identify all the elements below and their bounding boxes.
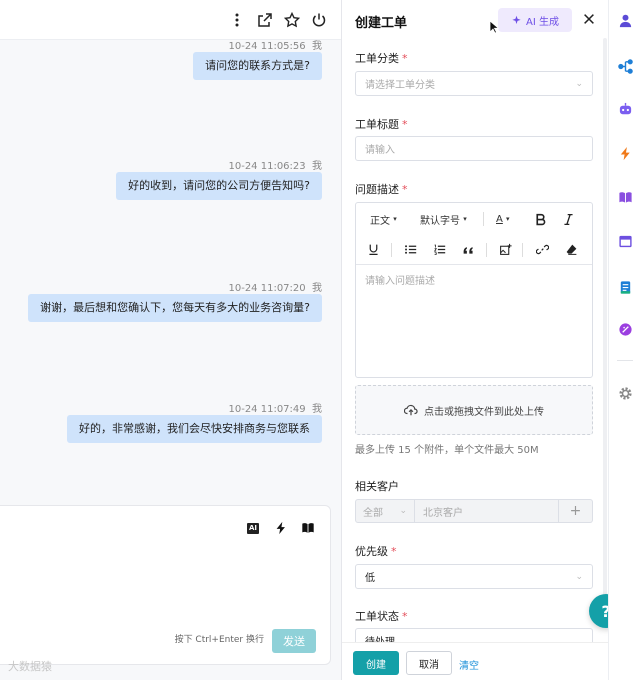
category-select[interactable]: 请选择工单分类 ⌄: [355, 71, 593, 96]
ticket-title-label: 工单标题 *: [355, 118, 408, 131]
chevron-down-icon: ⌄: [575, 78, 583, 89]
font-size-select[interactable]: 默认字号 ▾: [420, 211, 467, 227]
toolbar-divider: [483, 212, 484, 226]
star-icon[interactable]: [283, 11, 301, 29]
category-label: 工单分类 *: [355, 52, 408, 65]
workflow-icon[interactable]: [617, 58, 633, 74]
editor-toolbar: 正文 ▾ 默认字号 ▾ A ▾: [356, 203, 592, 265]
toolbar-divider: [391, 243, 392, 257]
ticket-title-input[interactable]: 请输入: [355, 136, 593, 161]
underline-icon[interactable]: [367, 241, 380, 257]
ai-generate-label: AI 生成: [526, 16, 559, 28]
document-icon[interactable]: [617, 279, 633, 295]
customer-picker: 全部 ⌄ 北京客户 +: [355, 499, 593, 523]
rail-divider: [617, 360, 633, 361]
customer-scope-select[interactable]: 全部 ⌄: [355, 499, 415, 523]
add-customer-button[interactable]: +: [559, 499, 593, 523]
create-ticket-panel: 创建工单 AI 生成 工单分类 * 请选择工单分类 ⌄ 工单标题 * 请输入 问题描…: [342, 0, 608, 680]
customer-input[interactable]: 北京客户: [415, 499, 559, 523]
status-label: 工单状态 *: [355, 610, 408, 623]
cancel-button[interactable]: 取消: [406, 651, 452, 675]
priority-label: 优先级 *: [355, 545, 397, 558]
toolbar-divider: [486, 243, 487, 257]
italic-icon[interactable]: [562, 211, 575, 227]
form-footer: 创建 取消 清空: [342, 642, 608, 680]
bullet-list-icon[interactable]: [404, 241, 417, 257]
paragraph-style-select[interactable]: 正文 ▾: [370, 211, 397, 227]
more-vertical-icon[interactable]: [228, 11, 246, 29]
send-hint: 按下 Ctrl+Enter 换行: [174, 635, 264, 645]
description-editor[interactable]: 正文 ▾ 默认字号 ▾ A ▾ 请输入问题描述: [355, 202, 593, 378]
message-bubble: 好的，非常感谢，我们会尽快安排商务与您联系: [67, 415, 322, 443]
priority-select[interactable]: 低 ⌄: [355, 564, 593, 589]
chat-toolbar: [0, 0, 341, 40]
chevron-down-icon: ⌄: [399, 506, 407, 516]
clear-link[interactable]: 清空: [459, 657, 479, 672]
form-scrollbar[interactable]: [603, 38, 607, 618]
toolbar-divider: [522, 243, 523, 257]
message-composer[interactable]: AI 按下 Ctrl+Enter 换行 发送: [0, 505, 331, 665]
tools-icon[interactable]: [617, 321, 633, 337]
browser-window-icon[interactable]: [617, 233, 633, 249]
bold-icon[interactable]: [534, 211, 547, 227]
message-bubble: 好的收到，请问您的公司方便告知吗?: [116, 172, 322, 200]
book-icon[interactable]: [300, 520, 316, 536]
description-placeholder: 请输入问题描述: [365, 276, 435, 287]
panel-title: 创建工单: [355, 16, 408, 31]
send-button[interactable]: 发送: [272, 629, 316, 653]
user-profile-icon[interactable]: [617, 12, 633, 28]
link-icon[interactable]: [536, 241, 549, 257]
eraser-icon[interactable]: [565, 241, 578, 257]
share-icon[interactable]: [256, 11, 274, 29]
message-meta: 10-24 11:06:23 我: [228, 161, 322, 172]
upload-text: 点击或拖拽文件到此处上传: [424, 406, 544, 418]
upload-limit-note: 最多上传 15 个附件，单个文件最大 50M: [355, 445, 539, 456]
description-label: 问题描述 *: [355, 183, 408, 196]
right-icon-rail: [608, 0, 640, 680]
message-bubble: 谢谢，最后想和您确认下，您每天有多大的业务咨询量?: [28, 294, 322, 322]
message-meta: 10-24 11:07:20 我: [228, 283, 322, 294]
lightning-icon[interactable]: [617, 145, 633, 161]
message-meta: 10-24 11:07:49 我: [228, 404, 322, 415]
ai-assist-icon[interactable]: AI: [245, 520, 261, 536]
font-color-button[interactable]: A ▾: [496, 211, 510, 227]
numbered-list-icon[interactable]: [433, 241, 446, 257]
insert-image-icon[interactable]: [499, 241, 512, 257]
power-icon[interactable]: [310, 11, 328, 29]
chat-pane: 10-24 11:05:56 我 请问您的联系方式是? 10-24 11:06:…: [0, 0, 342, 680]
watermark: 大数据猿: [8, 660, 52, 673]
gear-icon[interactable]: [617, 385, 633, 401]
quote-icon[interactable]: [462, 241, 475, 257]
customer-label: 相关客户: [355, 480, 399, 493]
sparkle-icon: [512, 15, 521, 24]
create-button[interactable]: 创建: [353, 651, 399, 675]
cloud-upload-icon: [404, 404, 418, 416]
ai-generate-button[interactable]: AI 生成: [498, 8, 572, 32]
close-icon[interactable]: [580, 10, 598, 28]
book-icon[interactable]: [617, 189, 633, 205]
message-bubble: 请问您的联系方式是?: [193, 52, 322, 80]
lightning-icon[interactable]: [273, 520, 289, 536]
plus-icon: +: [569, 503, 582, 519]
file-upload-dropzone[interactable]: 点击或拖拽文件到此处上传: [355, 385, 593, 435]
mouse-cursor-icon: [489, 20, 499, 34]
message-meta: 10-24 11:05:56 我: [228, 41, 322, 52]
robot-icon[interactable]: [617, 101, 633, 117]
chevron-down-icon: ⌄: [575, 571, 583, 582]
